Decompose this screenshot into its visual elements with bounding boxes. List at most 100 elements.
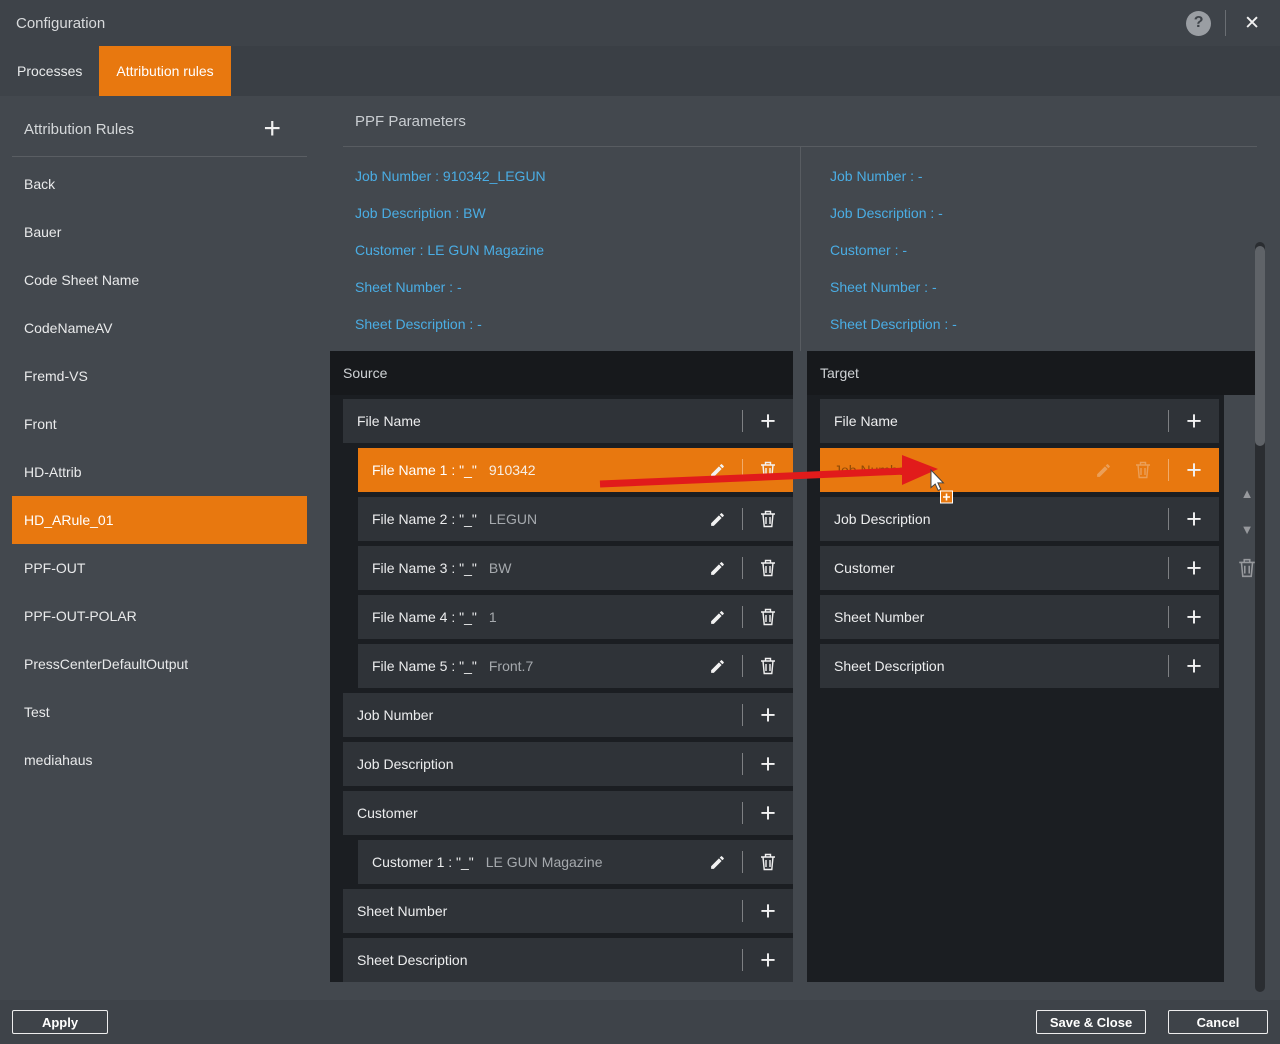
row-divider (1168, 606, 1169, 628)
add-entry-icon[interactable]: + (755, 947, 781, 973)
source-row-job-description[interactable]: Job Description + (343, 742, 793, 786)
vertical-scrollbar[interactable] (1255, 242, 1265, 992)
row-label: File Name 1 : "_" (372, 462, 477, 478)
delete-icon[interactable] (755, 853, 781, 871)
target-row-sheet-number[interactable]: Sheet Number + (820, 595, 1219, 639)
sidebar-item-code-sheet-name[interactable]: Code Sheet Name (12, 256, 307, 304)
sidebar-item-fremd-vs[interactable]: Fremd-VS (12, 352, 307, 400)
sidebar-item-hd-attrib[interactable]: HD-Attrib (12, 448, 307, 496)
source-row-file-name-2[interactable]: File Name 2 : "_" LEGUN (358, 497, 793, 541)
scrollbar-thumb[interactable] (1255, 246, 1265, 446)
edit-icon[interactable] (704, 560, 730, 577)
move-up-icon[interactable]: ▲ (1241, 486, 1254, 501)
edit-icon[interactable] (704, 609, 730, 626)
param-line: Sheet Number : - (355, 269, 785, 306)
tab-attribution-rules[interactable]: Attribution rules (99, 46, 230, 96)
source-row-sheet-number[interactable]: Sheet Number + (343, 889, 793, 933)
target-section-header: Target (807, 351, 1257, 395)
source-row-job-number[interactable]: Job Number + (343, 693, 793, 737)
edit-icon[interactable] (704, 658, 730, 675)
source-row-file-name-5[interactable]: File Name 5 : "_" Front.7 (358, 644, 793, 688)
row-value: Front.7 (489, 658, 533, 674)
source-row-sheet-description[interactable]: Sheet Description + (343, 938, 793, 982)
row-label: File Name 2 : "_" (372, 511, 477, 527)
add-entry-icon[interactable]: + (755, 898, 781, 924)
row-divider (742, 459, 743, 481)
source-row-file-name-4[interactable]: File Name 4 : "_" 1 (358, 595, 793, 639)
delete-icon[interactable] (755, 657, 781, 675)
add-entry-icon[interactable]: + (1181, 457, 1207, 483)
row-label: Sheet Description (357, 952, 468, 968)
apply-button[interactable]: Apply (12, 1010, 108, 1034)
source-row-file-name-1-dragged[interactable]: File Name 1 : "_" 910342 (358, 448, 793, 492)
sidebar-item-ppf-out-polar[interactable]: PPF-OUT-POLAR (12, 592, 307, 640)
help-button[interactable]: ? (1186, 11, 1211, 36)
target-row-file-name[interactable]: File Name + (820, 399, 1219, 443)
row-label: Sheet Number (357, 903, 447, 919)
delete-icon[interactable] (755, 559, 781, 577)
add-entry-icon[interactable]: + (1181, 408, 1207, 434)
row-label: File Name (834, 413, 898, 429)
edit-icon[interactable] (704, 854, 730, 871)
add-attribution-rule-icon[interactable]: + (263, 118, 281, 140)
target-row-job-description[interactable]: Job Description + (820, 497, 1219, 541)
target-row-customer[interactable]: Customer + (820, 546, 1219, 590)
edit-icon[interactable] (1090, 462, 1116, 479)
row-divider (742, 655, 743, 677)
delete-icon[interactable] (1130, 461, 1156, 479)
source-row-file-name[interactable]: File Name + (343, 399, 793, 443)
save-close-button[interactable]: Save & Close (1036, 1010, 1146, 1034)
main-panel: PPF Parameters Job Number : 910342_LEGUN… (317, 96, 1280, 1000)
add-entry-icon[interactable]: + (1181, 506, 1207, 532)
row-divider (1168, 459, 1169, 481)
param-line: Sheet Description : - (830, 306, 1250, 343)
add-entry-icon[interactable]: + (1181, 555, 1207, 581)
add-entry-icon[interactable]: + (755, 800, 781, 826)
titlebar: Configuration ? ✕ (0, 0, 1280, 46)
target-row-sheet-description[interactable]: Sheet Description + (820, 644, 1219, 688)
add-entry-icon[interactable]: + (755, 751, 781, 777)
sidebar-item-ppf-out[interactable]: PPF-OUT (12, 544, 307, 592)
sidebar-item-hd-arule-01[interactable]: HD_ARule_01 (12, 496, 307, 544)
add-entry-icon[interactable]: + (1181, 604, 1207, 630)
footer-bar: Apply Save & Close Cancel (0, 1000, 1280, 1044)
source-row-customer[interactable]: Customer + (343, 791, 793, 835)
sidebar-item-presscenterdefaultoutput[interactable]: PressCenterDefaultOutput (12, 640, 307, 688)
sidebar-item-codenameav[interactable]: CodeNameAV (12, 304, 307, 352)
param-line: Job Number : 910342_LEGUN (355, 158, 785, 195)
source-row-customer-1[interactable]: Customer 1 : "_" LE GUN Magazine (358, 840, 793, 884)
delete-icon[interactable] (755, 608, 781, 626)
row-divider (1168, 410, 1169, 432)
window-title: Configuration (16, 15, 105, 32)
sidebar-item-front[interactable]: Front (12, 400, 307, 448)
source-row-file-name-3[interactable]: File Name 3 : "_" BW (358, 546, 793, 590)
row-divider (742, 557, 743, 579)
tab-processes[interactable]: Processes (0, 46, 99, 96)
row-label: Customer (357, 805, 418, 821)
param-line: Job Description : - (830, 195, 1250, 232)
add-entry-icon[interactable]: + (755, 408, 781, 434)
edit-icon[interactable] (704, 462, 730, 479)
delete-icon[interactable] (755, 461, 781, 479)
delete-selected-icon[interactable] (1238, 558, 1256, 583)
sidebar-item-bauer[interactable]: Bauer (12, 208, 307, 256)
sidebar-item-test[interactable]: Test (12, 688, 307, 736)
sidebar-item-back[interactable]: Back (12, 160, 307, 208)
row-divider (742, 508, 743, 530)
row-label: File Name 4 : "_" (372, 609, 477, 625)
close-button[interactable]: ✕ (1240, 12, 1264, 35)
add-entry-icon[interactable]: + (1181, 653, 1207, 679)
edit-icon[interactable] (704, 511, 730, 528)
target-row-job-number-drop-target[interactable]: Job Number + (820, 448, 1219, 492)
move-down-icon[interactable]: ▼ (1241, 522, 1254, 537)
row-label: Customer (834, 560, 895, 576)
source-ppf-parameters: Job Number : 910342_LEGUN Job Descriptio… (355, 158, 785, 343)
cancel-button[interactable]: Cancel (1168, 1010, 1268, 1034)
source-section-header: Source (330, 351, 793, 395)
row-divider (742, 606, 743, 628)
sidebar-item-mediahaus[interactable]: mediahaus (12, 736, 307, 784)
delete-icon[interactable] (755, 510, 781, 528)
add-entry-icon[interactable]: + (755, 702, 781, 728)
titlebar-divider (1225, 10, 1226, 36)
column-divider (800, 146, 801, 351)
